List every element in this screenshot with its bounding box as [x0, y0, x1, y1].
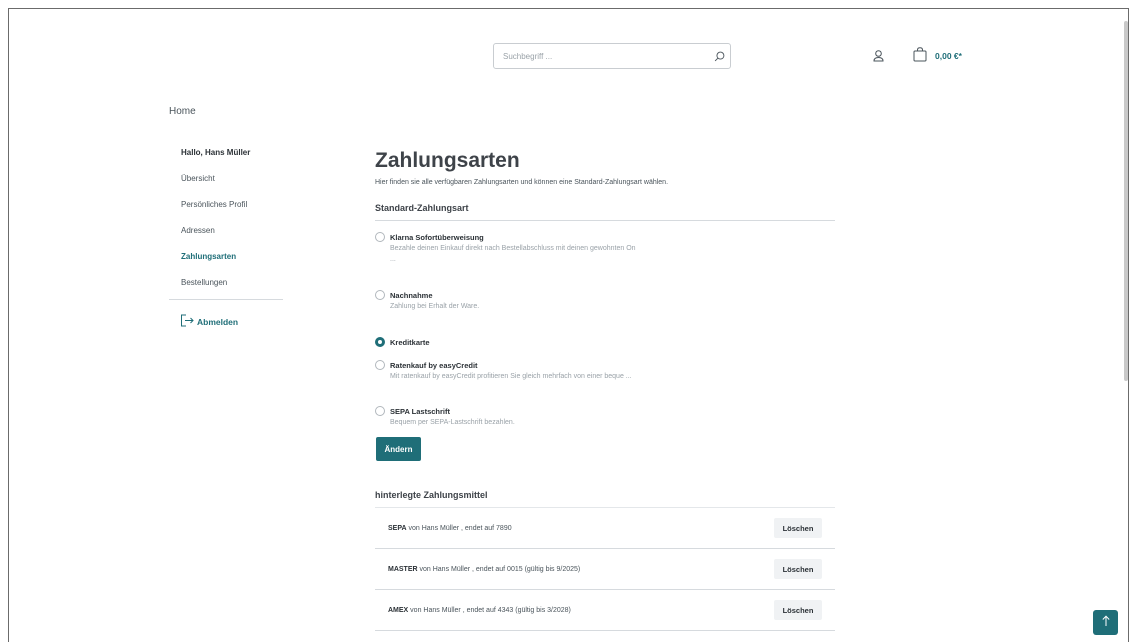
- cart-icon[interactable]: [913, 47, 927, 67]
- payment-name: Nachnahme: [390, 291, 433, 300]
- change-default-button[interactable]: Ändern: [376, 437, 421, 461]
- delete-button[interactable]: Löschen: [774, 518, 822, 538]
- payment-radio[interactable]: [375, 360, 385, 370]
- saved-payment-details: von Hans Müller , endet auf 4343 (gültig…: [408, 606, 571, 614]
- breadcrumb-home[interactable]: Home: [169, 106, 196, 117]
- saved-payment-brand: SEPA: [388, 524, 407, 532]
- search-box: [493, 43, 731, 69]
- payment-description: Bezahle deinen Einkauf direkt nach Beste…: [390, 245, 636, 252]
- search-input[interactable]: [494, 44, 708, 68]
- sidebar-divider: [169, 299, 283, 300]
- page-title: Zahlungsarten: [375, 149, 520, 172]
- saved-payment-text: SEPA von Hans Müller , endet auf 7890: [388, 525, 774, 532]
- arrow-up-icon: [1101, 614, 1111, 632]
- payment-description: Bequem per SEPA-Lastschrift bezahlen.: [390, 419, 515, 426]
- payment-description: Mit ratenkauf by easyCredit profitieren …: [390, 373, 632, 380]
- default-payment-heading: Standard-Zahlungsart: [375, 203, 835, 221]
- page-subtitle: Hier finden sie alle verfügbaren Zahlung…: [375, 179, 669, 186]
- saved-payments-list: SEPA von Hans Müller , endet auf 7890 Lö…: [375, 507, 835, 631]
- sidebar-item-overview[interactable]: Übersicht: [169, 174, 283, 200]
- page-scrollbar[interactable]: [1124, 21, 1128, 381]
- payment-name: Ratenkauf by easyCredit: [390, 361, 478, 370]
- logout-label: Abmelden: [197, 316, 239, 327]
- main-content: Zahlungsarten Hier finden sie alle verfü…: [375, 150, 835, 221]
- saved-payment-text: MASTER von Hans Müller , endet auf 0015 …: [388, 566, 774, 573]
- delete-button[interactable]: Löschen: [774, 559, 822, 579]
- saved-payment-brand: MASTER: [388, 565, 418, 573]
- sidebar-item-payment-methods[interactable]: Zahlungsarten: [169, 252, 283, 278]
- payment-name: Kreditkarte: [390, 338, 430, 347]
- payment-radio[interactable]: [375, 290, 385, 300]
- payment-description-ellipsis: ...: [390, 256, 396, 263]
- sidebar-item-orders[interactable]: Bestellungen: [169, 278, 283, 304]
- payment-name: SEPA Lastschrift: [390, 407, 451, 416]
- saved-payment-row: MASTER von Hans Müller , endet auf 0015 …: [375, 549, 835, 590]
- saved-payment-details: von Hans Müller , endet auf 7890: [406, 524, 512, 532]
- sidebar-greeting: Hallo, Hans Müller: [181, 148, 251, 157]
- logout-icon: [180, 314, 194, 329]
- saved-payment-details: von Hans Müller , endet auf 0015 (gültig…: [417, 565, 581, 573]
- saved-payment-brand: AMEX: [388, 606, 409, 614]
- cart-total[interactable]: 0,00 €*: [935, 51, 962, 61]
- saved-payment-row: SEPA von Hans Müller , endet auf 7890 Lö…: [375, 508, 835, 549]
- logout-link[interactable]: Abmelden: [169, 314, 283, 329]
- saved-payments-heading: hinterlegte Zahlungsmittel: [375, 490, 488, 500]
- delete-button[interactable]: Löschen: [774, 600, 822, 620]
- account-sidebar: Hallo, Hans Müller Übersicht Persönliche…: [169, 148, 283, 329]
- saved-payment-text: AMEX von Hans Müller , endet auf 4343 (g…: [388, 607, 774, 614]
- search-icon[interactable]: [708, 44, 730, 68]
- payment-radio[interactable]: [375, 232, 385, 242]
- sidebar-item-profile[interactable]: Persönliches Profil: [169, 200, 283, 226]
- sidebar-item-addresses[interactable]: Adressen: [169, 226, 283, 252]
- payment-name: Klarna Sofortüberweisung: [390, 233, 484, 242]
- saved-payment-row: AMEX von Hans Müller , endet auf 4343 (g…: [375, 590, 835, 631]
- scroll-to-top-button[interactable]: [1093, 610, 1118, 635]
- payment-description: Zahlung bei Erhalt der Ware.: [390, 303, 480, 310]
- payment-radio[interactable]: [375, 406, 385, 416]
- payment-radio-selected[interactable]: [375, 337, 385, 347]
- account-icon[interactable]: [873, 49, 884, 67]
